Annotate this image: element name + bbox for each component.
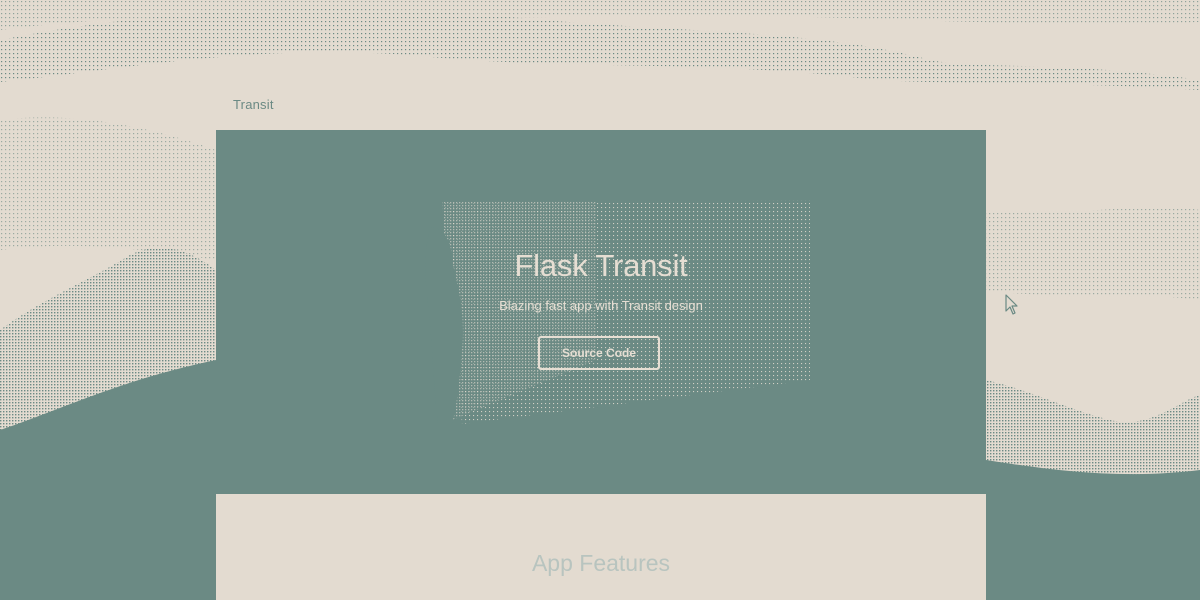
source-code-button[interactable]: Source Code	[538, 336, 660, 370]
hero-section: Flask Transit Blazing fast app with Tran…	[216, 130, 986, 494]
features-heading: App Features	[531, 550, 671, 576]
hero-subtitle: Blazing fast app with Transit design	[499, 298, 703, 313]
features-section: App Features	[216, 494, 986, 600]
mouse-pointer-icon	[1005, 294, 1019, 321]
hero-title: Flask Transit	[514, 248, 688, 283]
brand-logo-text[interactable]: Transit	[233, 97, 274, 112]
page-container: Flask Transit Blazing fast app with Tran…	[216, 130, 986, 600]
